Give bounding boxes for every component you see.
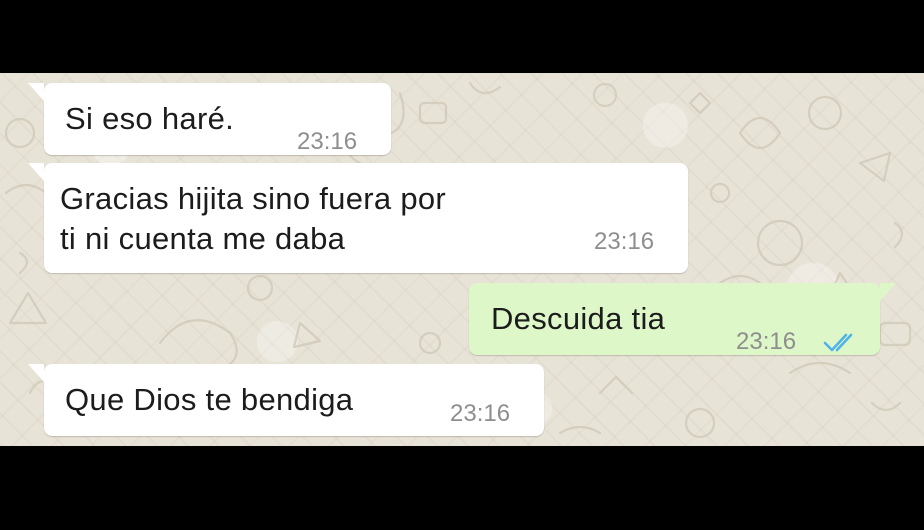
bubble-tail: [28, 163, 44, 181]
message-timestamp: 23:16: [297, 128, 358, 155]
message-bubble-incoming[interactable]: Si eso haré. 23:16: [28, 83, 391, 155]
double-check-icon: [823, 333, 853, 352]
bubble-tail: [28, 364, 44, 382]
screenshot-frame: Si eso haré. 23:16 Gracias hijita sino f…: [0, 0, 924, 530]
message-bubble-outgoing[interactable]: Descuida tia 23:16: [469, 283, 896, 355]
bubble-tail: [28, 83, 44, 101]
message-timestamp: 23:16: [450, 400, 511, 427]
message-timestamp: 23:16: [594, 228, 655, 255]
bubble-tail: [880, 283, 896, 301]
message-text: Que Dios te bendiga: [65, 382, 354, 417]
chat-conversation[interactable]: Si eso haré. 23:16 Gracias hijita sino f…: [0, 73, 924, 446]
message-text: Gracias hijita sino fuera por ti ni cuen…: [60, 181, 447, 256]
message-text: Si eso haré.: [65, 101, 235, 136]
message-text: Descuida tia: [491, 301, 666, 336]
message-bubble-incoming[interactable]: Que Dios te bendiga 23:16: [28, 364, 544, 436]
message-timestamp: 23:16: [736, 328, 797, 355]
message-bubble-incoming[interactable]: Gracias hijita sino fuera por ti ni cuen…: [28, 163, 688, 273]
